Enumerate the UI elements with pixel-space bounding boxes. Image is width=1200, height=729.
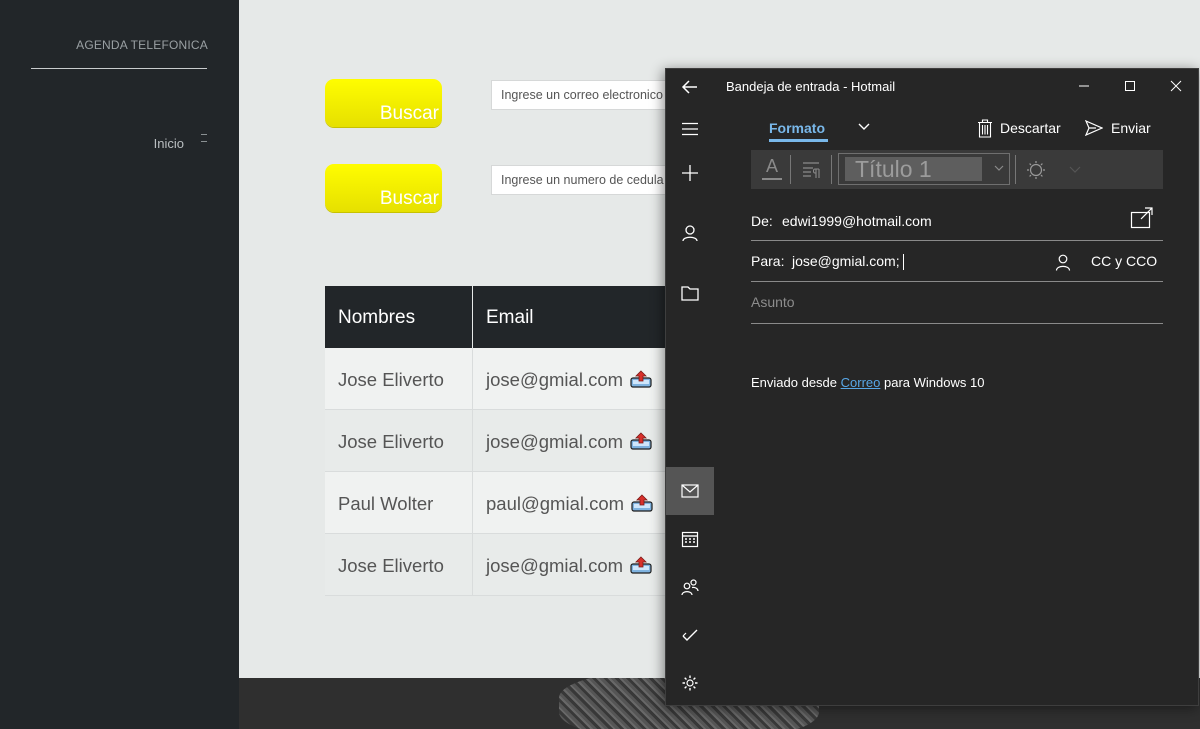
calendar-icon — [681, 531, 699, 548]
nav-indicator-icon — [201, 134, 207, 142]
from-value[interactable]: edwi1999@hotmail.com — [782, 213, 932, 229]
highlight-icon[interactable] — [1026, 160, 1046, 180]
style-dropdown[interactable]: Título 1 — [838, 153, 1010, 185]
folder-icon — [681, 286, 699, 301]
signature-link[interactable]: Correo — [841, 375, 881, 390]
subject-row[interactable]: Asunto — [751, 282, 1163, 324]
settings-button[interactable] — [666, 659, 714, 707]
tab-formato-indicator — [769, 139, 828, 142]
to-value: jose@gmial.com; — [792, 253, 900, 269]
back-arrow-icon[interactable] — [680, 77, 700, 97]
table-row: Jose Eliverto jose@gmial.com — [325, 410, 670, 472]
minimize-icon[interactable] — [1072, 75, 1096, 97]
trash-icon — [978, 118, 992, 138]
chevron-down-icon — [994, 165, 1004, 171]
gear-icon — [682, 675, 698, 691]
signature-suffix: para Windows 10 — [880, 375, 985, 390]
email-text: paul@gmial.com — [486, 493, 625, 514]
cc-bcc-button[interactable]: CC y CCO — [1091, 253, 1157, 269]
plus-icon — [682, 165, 698, 181]
font-format-icon: A — [765, 156, 778, 176]
cell-name: Paul Wolter — [325, 472, 473, 533]
toolbar-separator — [1015, 155, 1016, 184]
send-email-icon[interactable] — [629, 431, 653, 451]
to-row[interactable]: Para: jose@gmial.com; CC y CCO — [751, 241, 1163, 282]
maximize-icon[interactable] — [1118, 75, 1142, 97]
send-label: Enviar — [1111, 120, 1151, 136]
search-email-button[interactable]: Buscar — [325, 79, 442, 127]
cell-name: Jose Eliverto — [325, 410, 473, 471]
text-caret — [902, 254, 904, 271]
send-email-icon[interactable] — [630, 493, 654, 513]
cell-name: Jose Eliverto — [325, 534, 473, 595]
check-icon — [682, 629, 698, 641]
hamburger-icon — [682, 122, 698, 136]
popout-icon[interactable] — [1130, 207, 1154, 229]
email-text: jose@gmial.com — [486, 555, 624, 576]
cell-email: jose@gmial.com — [473, 410, 670, 471]
signature-prefix: Enviado desde — [751, 375, 841, 390]
email-text: jose@gmial.com — [486, 431, 624, 452]
cell-name: Jose Eliverto — [325, 348, 473, 409]
mail-window: Bandeja de entrada - Hotmail Formato Des… — [665, 68, 1199, 706]
cell-email: paul@gmial.com — [473, 472, 670, 533]
column-header-email: Email — [486, 307, 534, 328]
calendar-switch-button[interactable] — [666, 515, 714, 563]
chevron-down-icon[interactable] — [857, 121, 871, 133]
toolbar-separator — [831, 155, 832, 184]
cedula-search-input[interactable] — [491, 165, 681, 195]
send-button[interactable]: Enviar — [1085, 117, 1151, 139]
nav-item-inicio[interactable]: Inicio — [120, 136, 184, 151]
table-row: Jose Eliverto jose@gmial.com — [325, 348, 670, 410]
mail-switch-button[interactable] — [666, 467, 714, 515]
mail-titlebar: Bandeja de entrada - Hotmail — [666, 69, 1200, 105]
hamburger-menu-button[interactable] — [666, 105, 714, 153]
app-sidebar: AGENDA TELEFONICA Inicio — [0, 0, 239, 729]
format-toolbar: A Título 1 — [751, 150, 1163, 189]
email-search-input[interactable] — [491, 80, 681, 110]
mail-nav-rail — [666, 105, 714, 707]
to-field[interactable]: jose@gmial.com; — [792, 253, 904, 271]
mail-window-title: Bandeja de entrada - Hotmail — [726, 79, 896, 94]
brand-divider — [31, 68, 207, 69]
font-format-button[interactable]: A — [761, 156, 783, 182]
cell-email: jose@gmial.com — [473, 534, 670, 595]
contacts-table: Nombres Email Jose Eliverto jose@gmial.c… — [325, 286, 670, 596]
column-header-nombres: Nombres — [325, 286, 473, 348]
brand-title: AGENDA TELEFONICA — [76, 38, 208, 52]
people-icon — [681, 579, 699, 596]
folders-button[interactable] — [666, 269, 714, 317]
toolbar-separator — [790, 155, 791, 184]
close-icon[interactable] — [1164, 75, 1188, 97]
table-row: Paul Wolter paul@gmial.com — [325, 472, 670, 534]
people-switch-button[interactable] — [666, 563, 714, 611]
chevron-down-icon[interactable] — [1069, 165, 1081, 174]
search-cedula-button[interactable]: Buscar — [325, 164, 442, 212]
send-email-icon[interactable] — [629, 555, 653, 575]
from-label: De: — [751, 213, 773, 229]
to-label: Para: — [751, 253, 785, 269]
tab-formato[interactable]: Formato — [769, 120, 825, 136]
todo-switch-button[interactable] — [666, 611, 714, 659]
subject-input[interactable]: Asunto — [751, 294, 795, 310]
send-icon — [1085, 120, 1103, 136]
discard-button[interactable]: Descartar — [977, 117, 1061, 139]
contact-picker-icon[interactable] — [1055, 254, 1071, 271]
table-header: Nombres Email — [325, 286, 670, 348]
from-row: De: edwi1999@hotmail.com — [751, 200, 1163, 241]
style-dropdown-value: Título 1 — [845, 157, 982, 181]
new-mail-button[interactable] — [666, 149, 714, 197]
send-email-icon[interactable] — [629, 369, 653, 389]
accounts-button[interactable] — [666, 209, 714, 257]
email-text: jose@gmial.com — [486, 369, 624, 390]
cell-email: jose@gmial.com — [473, 348, 670, 409]
discard-label: Descartar — [1000, 120, 1061, 136]
paragraph-format-icon[interactable] — [801, 160, 823, 180]
table-row: Jose Eliverto jose@gmial.com — [325, 534, 670, 596]
person-icon — [682, 225, 698, 242]
mail-icon — [681, 484, 699, 498]
mail-body-signature[interactable]: Enviado desde Correo para Windows 10 — [751, 375, 984, 390]
